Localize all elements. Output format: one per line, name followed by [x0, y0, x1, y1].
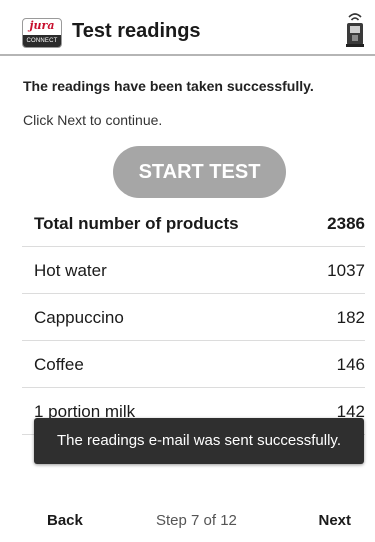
- jura-connect-logo: jura CONNECT: [22, 18, 62, 48]
- table-row: Coffee 146: [22, 341, 365, 388]
- logo-brand-text: jura: [29, 19, 55, 32]
- app-header: jura CONNECT Test readings: [0, 0, 375, 56]
- table-row: Cappuccino 182: [22, 294, 365, 341]
- logo-tag-text: CONNECT: [23, 35, 61, 47]
- product-count: 182: [336, 308, 365, 327]
- table-row-total: Total number of products 2386: [22, 200, 365, 247]
- next-button[interactable]: Next: [318, 512, 351, 529]
- product-counts-table: Total number of products 2386 Hot water …: [22, 200, 365, 435]
- success-message: The readings have been taken successfull…: [23, 78, 314, 94]
- product-count: 146: [336, 355, 365, 374]
- start-test-button[interactable]: START TEST: [113, 146, 286, 198]
- table-row: Hot water 1037: [22, 247, 365, 294]
- coffee-machine-wireless-icon[interactable]: [344, 10, 366, 48]
- wizard-footer: Back Step 7 of 12 Next: [0, 496, 375, 542]
- back-button[interactable]: Back: [47, 512, 83, 529]
- total-label: Total number of products: [34, 214, 239, 233]
- product-count: 1037: [327, 261, 365, 280]
- product-name: Cappuccino: [34, 308, 124, 327]
- continue-hint: Click Next to continue.: [23, 112, 163, 128]
- product-name: Coffee: [34, 355, 84, 374]
- email-sent-toast: The readings e-mail was sent successfull…: [34, 418, 364, 464]
- product-name: Hot water: [34, 261, 107, 280]
- step-indicator: Step 7 of 12: [156, 512, 237, 529]
- total-value: 2386: [327, 214, 365, 233]
- page-title: Test readings: [72, 20, 201, 42]
